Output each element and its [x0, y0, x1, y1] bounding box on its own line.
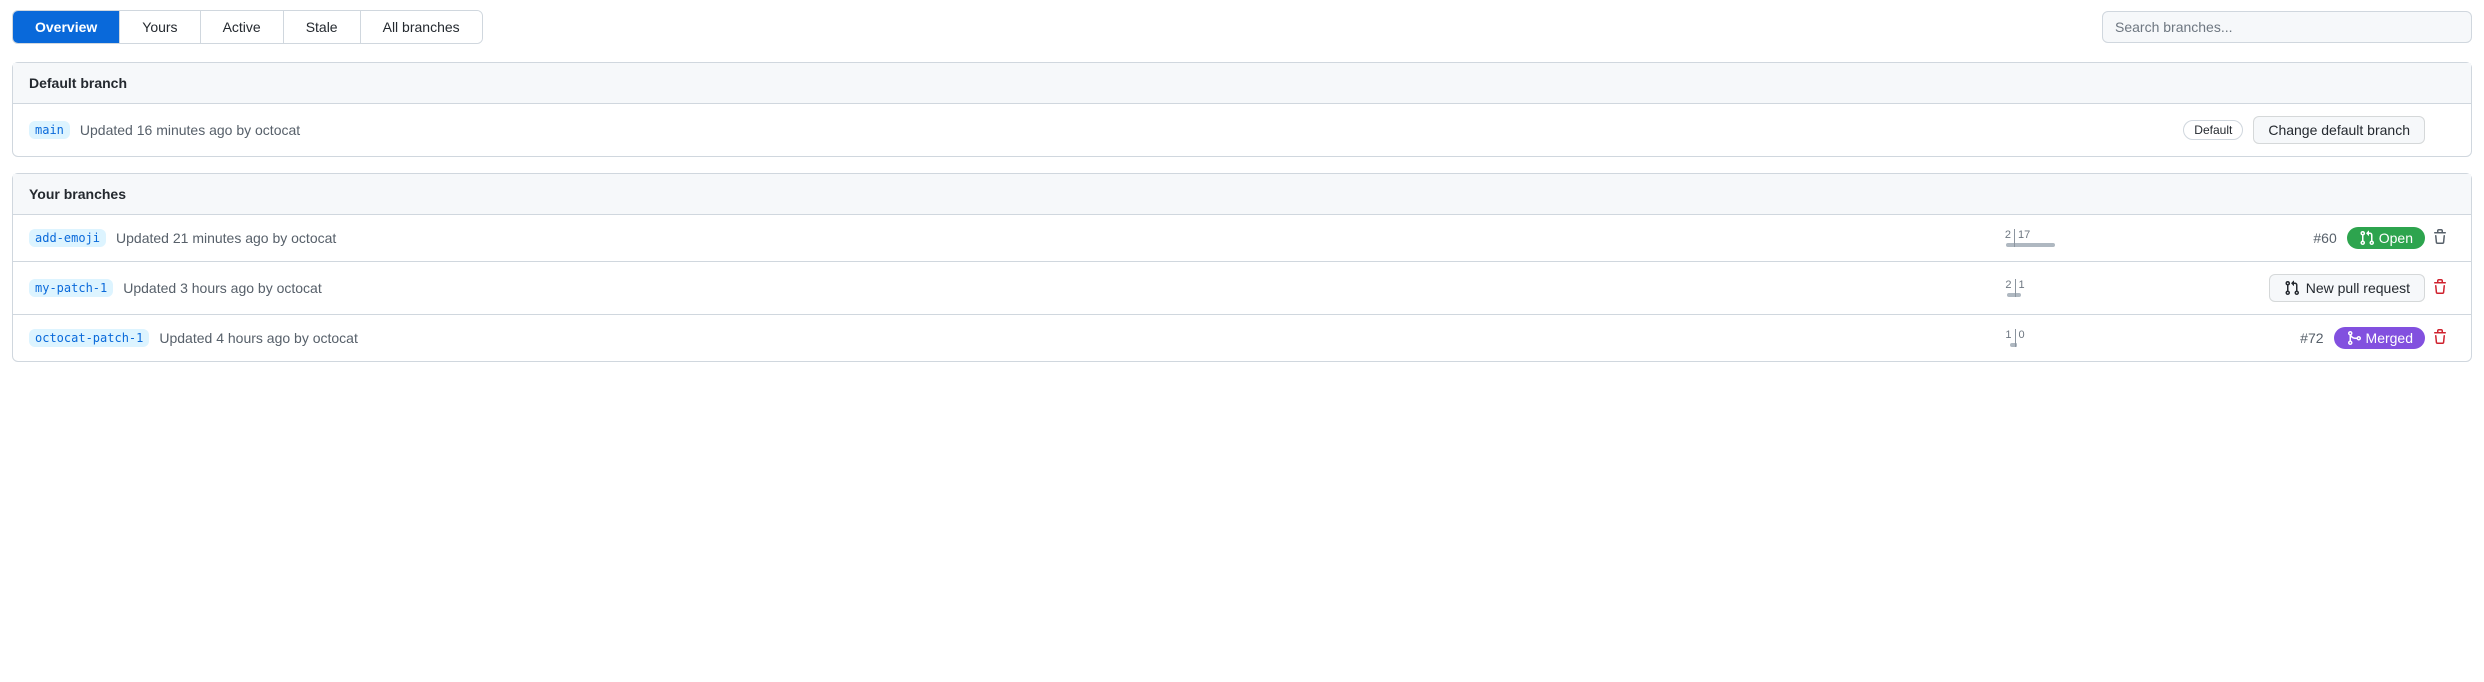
branch-name-link[interactable]: add-emoji	[29, 229, 106, 247]
behind-count: 1	[2002, 329, 2014, 342]
your-branches-box: Your branches add-emoji Updated 21 minut…	[12, 173, 2472, 362]
branch-name-link[interactable]: my-patch-1	[29, 279, 113, 297]
search-branches-input[interactable]	[2102, 11, 2472, 43]
ahead-behind-indicator: 2 1	[1975, 279, 2055, 296]
pr-status-label: Merged	[2366, 330, 2413, 346]
trash-icon	[2432, 279, 2448, 295]
branch-name-link[interactable]: main	[29, 121, 70, 139]
ahead-count: 0	[2016, 329, 2028, 342]
default-branch-header: Default branch	[13, 63, 2471, 104]
behind-count: 2	[2002, 229, 2014, 242]
your-branches-header: Your branches	[13, 174, 2471, 215]
branch-meta: Updated 3 hours ago by octocat	[123, 280, 321, 296]
tab-all-branches[interactable]: All branches	[361, 11, 482, 43]
tab-overview[interactable]: Overview	[13, 11, 120, 43]
ahead-behind-indicator: 2 17	[1975, 229, 2055, 246]
ahead-bar	[2016, 343, 2017, 347]
pr-number[interactable]: #72	[2300, 330, 2323, 346]
pr-status-label: Open	[2379, 230, 2413, 246]
ahead-bar	[2015, 243, 2055, 247]
behind-bar	[2007, 293, 2015, 297]
branch-row: octocat-patch-1 Updated 4 hours ago by o…	[13, 315, 2471, 361]
pr-number[interactable]: #60	[2313, 230, 2336, 246]
branch-row: add-emoji Updated 21 minutes ago by octo…	[13, 215, 2471, 262]
delete-branch-button[interactable]	[2432, 229, 2448, 248]
branch-meta: Updated 21 minutes ago by octocat	[116, 230, 336, 246]
git-merge-icon	[2346, 330, 2362, 346]
ahead-behind-indicator: 1 0	[1975, 329, 2055, 346]
git-pull-request-icon	[2359, 230, 2375, 246]
behind-count: 2	[2002, 279, 2014, 292]
ahead-count: 17	[2015, 229, 2033, 242]
tab-stale[interactable]: Stale	[284, 11, 361, 43]
trash-icon	[2432, 329, 2448, 345]
delete-branch-button[interactable]	[2432, 279, 2448, 298]
branch-meta: Updated 16 minutes ago by octocat	[80, 122, 300, 138]
default-badge: Default	[2183, 120, 2243, 140]
change-default-branch-button[interactable]: Change default branch	[2253, 116, 2425, 144]
behind-bar	[2006, 243, 2014, 247]
default-branch-box: Default branch main Updated 16 minutes a…	[12, 62, 2472, 157]
branch-meta: Updated 4 hours ago by octocat	[159, 330, 357, 346]
new-pull-request-button[interactable]: New pull request	[2269, 274, 2425, 302]
pr-status-badge-merged[interactable]: Merged	[2334, 327, 2425, 349]
default-branch-row: main Updated 16 minutes ago by octocat D…	[13, 104, 2471, 156]
delete-branch-button[interactable]	[2432, 329, 2448, 348]
trash-icon	[2432, 229, 2448, 245]
branch-row: my-patch-1 Updated 3 hours ago by octoca…	[13, 262, 2471, 315]
tab-active[interactable]: Active	[201, 11, 284, 43]
tab-yours[interactable]: Yours	[120, 11, 200, 43]
branch-filter-tabs: Overview Yours Active Stale All branches	[12, 10, 483, 44]
new-pr-label: New pull request	[2306, 280, 2410, 296]
pr-status-badge-open[interactable]: Open	[2347, 227, 2425, 249]
branch-name-link[interactable]: octocat-patch-1	[29, 329, 149, 347]
ahead-count: 1	[2016, 279, 2028, 292]
ahead-bar	[2016, 293, 2021, 297]
git-pull-request-icon	[2284, 280, 2300, 296]
